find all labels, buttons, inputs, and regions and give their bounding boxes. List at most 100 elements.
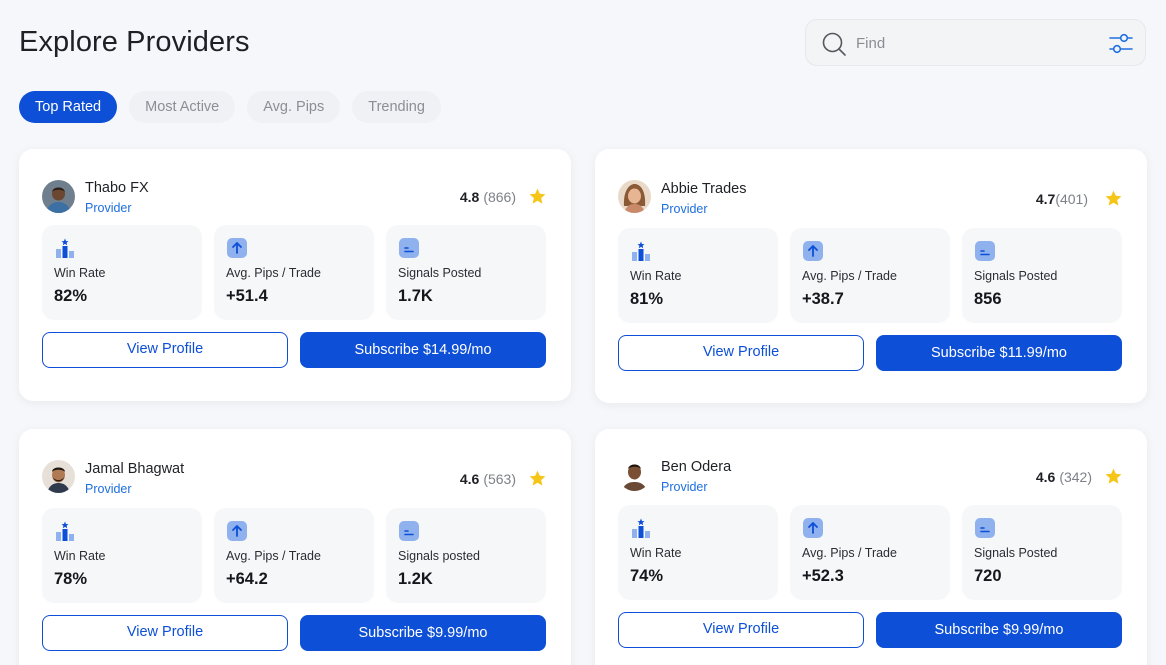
tab-trending[interactable]: Trending (352, 91, 441, 123)
rating-value: 4.8 (459, 188, 480, 205)
stat-win-rate: Win Rate 74% (618, 505, 778, 600)
arrow-up-icon (227, 238, 247, 258)
podium-icon (632, 518, 650, 538)
view-profile-button[interactable]: View Profile (42, 615, 288, 651)
stat-win-rate: Win Rate 81% (618, 228, 778, 323)
search-icon (822, 32, 846, 56)
provider-name: Abbie Trades (661, 181, 747, 197)
stat-label: Win Rate (54, 549, 106, 563)
search-bar[interactable] (805, 19, 1146, 66)
stat-value: 1.2K (398, 570, 433, 588)
stat-signals: Signals posted 1.2K (386, 508, 546, 603)
subscribe-button[interactable]: Subscribe $11.99/mo (876, 335, 1122, 371)
stat-signals: Signals Posted 1.7K (386, 225, 546, 320)
stat-value: +51.4 (226, 287, 268, 305)
view-profile-button[interactable]: View Profile (42, 332, 288, 368)
stat-value: 81% (630, 290, 664, 308)
rating: 4.7 (401) (1036, 189, 1123, 208)
provider-name: Jamal Bhagwat (85, 461, 185, 477)
rating-value: 4.7 (1035, 190, 1056, 207)
review-count: (342) (1059, 468, 1092, 485)
stat-label: Signals Posted (974, 269, 1058, 283)
message-square-icon (975, 518, 995, 538)
provider-card: Abbie Trades Provider 4.7 (401) Win Rate… (595, 149, 1147, 403)
provider-card: Thabo FX Provider 4.8 (866) Win Rate 82% (19, 149, 571, 401)
stat-signals: Signals Posted 720 (962, 505, 1122, 600)
stat-avg-pips: Avg. Pips / Trade +64.2 (214, 508, 374, 603)
stat-label: Win Rate (630, 546, 682, 560)
stat-label: Avg. Pips / Trade (802, 269, 897, 283)
provider-card: Jamal Bhagwat Provider 4.6 (563) Win Rat… (19, 429, 571, 665)
subscribe-button[interactable]: Subscribe $9.99/mo (300, 615, 546, 651)
review-count: (563) (483, 470, 516, 487)
rating-value: 4.6 (1035, 468, 1056, 485)
stat-value: 856 (974, 290, 1002, 308)
filter-tabs: Top Rated Most Active Avg. Pips Trending (19, 91, 441, 123)
stats-row: Win Rate 81% Avg. Pips / Trade +38.7 Sig… (618, 228, 1122, 323)
stat-value: +64.2 (226, 570, 268, 588)
star-icon (1105, 468, 1122, 484)
stats-row: Win Rate 74% Avg. Pips / Trade +52.3 Sig… (618, 505, 1122, 600)
podium-icon (56, 521, 74, 541)
stat-label: Win Rate (630, 269, 682, 283)
subscribe-button[interactable]: Subscribe $14.99/mo (300, 332, 546, 368)
star-icon (1105, 190, 1122, 206)
stat-value: 1.7K (398, 287, 433, 305)
provider-name: Thabo FX (85, 180, 149, 196)
message-square-icon (399, 521, 419, 541)
provider-card: Ben Odera Provider 4.6 (342) Win Rate 74… (595, 429, 1147, 665)
stat-label: Signals Posted (398, 266, 482, 280)
review-count: (866) (483, 188, 516, 205)
avatar (618, 458, 651, 491)
stat-win-rate: Win Rate 78% (42, 508, 202, 603)
avatar (42, 460, 75, 493)
provider-name: Ben Odera (661, 459, 732, 475)
stat-label: Avg. Pips / Trade (226, 266, 321, 280)
search-input[interactable] (856, 32, 1086, 54)
stat-avg-pips: Avg. Pips / Trade +51.4 (214, 225, 374, 320)
stat-avg-pips: Avg. Pips / Trade +38.7 (790, 228, 950, 323)
review-count: (401) (1055, 190, 1088, 207)
stat-value: 78% (54, 570, 88, 588)
avatar (618, 180, 651, 213)
provider-role: Provider (661, 480, 708, 494)
rating: 4.6 (342) (1036, 467, 1123, 486)
star-icon (529, 470, 546, 486)
stat-value: 74% (630, 567, 664, 585)
stat-avg-pips: Avg. Pips / Trade +52.3 (790, 505, 950, 600)
provider-role: Provider (85, 482, 132, 496)
tab-avg-pips[interactable]: Avg. Pips (247, 91, 341, 123)
provider-role: Provider (661, 202, 708, 216)
rating: 4.6 (563) (460, 469, 547, 488)
view-profile-button[interactable]: View Profile (618, 335, 864, 371)
rating: 4.8 (866) (460, 187, 547, 206)
view-profile-button[interactable]: View Profile (618, 612, 864, 648)
subscribe-button[interactable]: Subscribe $9.99/mo (876, 612, 1122, 648)
filter-sliders-icon[interactable] (1108, 31, 1134, 57)
tab-top-rated[interactable]: Top Rated (19, 91, 118, 123)
arrow-up-icon (227, 521, 247, 541)
stat-label: Avg. Pips / Trade (226, 549, 321, 563)
arrow-up-icon (803, 241, 823, 261)
star-icon (529, 188, 546, 204)
stat-value: +52.3 (802, 567, 844, 585)
explore-providers-page: Explore Providers Top Rated Most Active … (0, 0, 1166, 665)
page-title: Explore Providers (19, 26, 250, 58)
stat-label: Signals Posted (974, 546, 1058, 560)
message-square-icon (399, 238, 419, 258)
avatar (42, 180, 75, 213)
tab-most-active[interactable]: Most Active (129, 91, 236, 123)
arrow-up-icon (803, 518, 823, 538)
stat-label: Signals posted (398, 549, 481, 563)
podium-icon (56, 238, 74, 258)
message-square-icon (975, 241, 995, 261)
stat-label: Win Rate (54, 266, 106, 280)
stat-signals: Signals Posted 856 (962, 228, 1122, 323)
stats-row: Win Rate 82% Avg. Pips / Trade +51.4 Sig… (42, 225, 546, 320)
stat-value: +38.7 (802, 290, 844, 308)
podium-icon (632, 241, 650, 261)
rating-value: 4.6 (459, 470, 480, 487)
provider-role: Provider (85, 201, 132, 215)
stat-value: 720 (974, 567, 1002, 585)
stat-win-rate: Win Rate 82% (42, 225, 202, 320)
